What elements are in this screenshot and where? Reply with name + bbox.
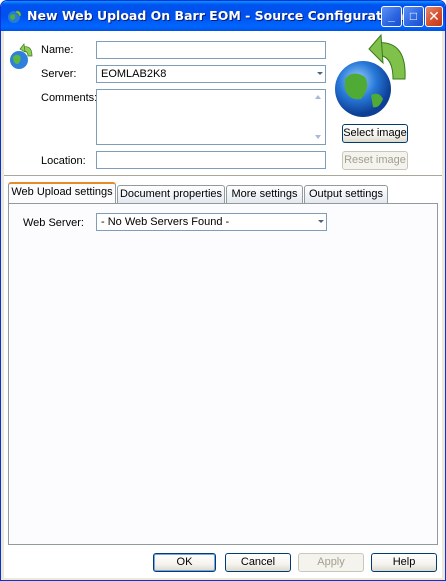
- server-label: Server:: [41, 68, 77, 80]
- name-field[interactable]: [96, 41, 326, 59]
- cancel-button[interactable]: Cancel: [225, 553, 291, 572]
- close-icon: ✕: [428, 8, 440, 24]
- scroll-down-icon[interactable]: [315, 135, 321, 139]
- globe-arrow-icon: [8, 10, 22, 23]
- dialog-window: New Web Upload On Barr EOM - Source Conf…: [0, 0, 446, 581]
- comments-label: Comments:: [41, 92, 98, 104]
- tab-output-settings[interactable]: Output settings: [304, 185, 388, 203]
- chevron-down-icon: [317, 72, 323, 75]
- title-bar[interactable]: New Web Upload On Barr EOM - Source Conf…: [1, 1, 445, 31]
- reset-image-button[interactable]: Reset image: [342, 151, 408, 170]
- server-value: EOMLAB2K8: [101, 68, 167, 80]
- web-server-label: Web Server:: [23, 217, 84, 229]
- server-select[interactable]: EOMLAB2K8: [96, 65, 326, 83]
- ok-button[interactable]: OK: [153, 553, 216, 572]
- minimize-icon: _: [388, 9, 395, 23]
- web-server-value: - No Web Servers Found -: [101, 216, 230, 228]
- web-server-select[interactable]: - No Web Servers Found -: [96, 213, 327, 231]
- maximize-button[interactable]: □: [403, 6, 424, 27]
- close-button[interactable]: ✕: [425, 6, 443, 27]
- tab-more-settings[interactable]: More settings: [226, 185, 303, 203]
- globe-arrow-icon: [10, 43, 33, 69]
- window-title: New Web Upload On Barr EOM - Source Conf…: [27, 8, 404, 23]
- source-image: [335, 33, 406, 117]
- maximize-icon: □: [409, 9, 418, 23]
- comments-scrollbar[interactable]: [312, 90, 325, 144]
- minimize-button[interactable]: _: [381, 6, 402, 27]
- tab-panel-web-upload: Web Server: - No Web Servers Found -: [8, 203, 438, 545]
- location-field[interactable]: [96, 151, 326, 169]
- form-separator: [4, 175, 442, 177]
- dialog-body: Name: Server: EOMLAB2K8 Comments: Locati…: [4, 31, 442, 578]
- chevron-down-icon: [318, 220, 324, 223]
- tab-web-upload-settings[interactable]: Web Upload settings: [8, 182, 116, 203]
- name-label: Name:: [41, 44, 74, 56]
- help-button[interactable]: Help: [371, 553, 437, 572]
- scroll-up-icon[interactable]: [315, 95, 321, 99]
- apply-button[interactable]: Apply: [298, 553, 364, 572]
- tab-document-properties[interactable]: Document properties: [117, 185, 225, 203]
- comments-textarea[interactable]: [96, 89, 326, 145]
- select-image-button[interactable]: Select image: [342, 124, 408, 143]
- location-label: Location:: [41, 155, 86, 167]
